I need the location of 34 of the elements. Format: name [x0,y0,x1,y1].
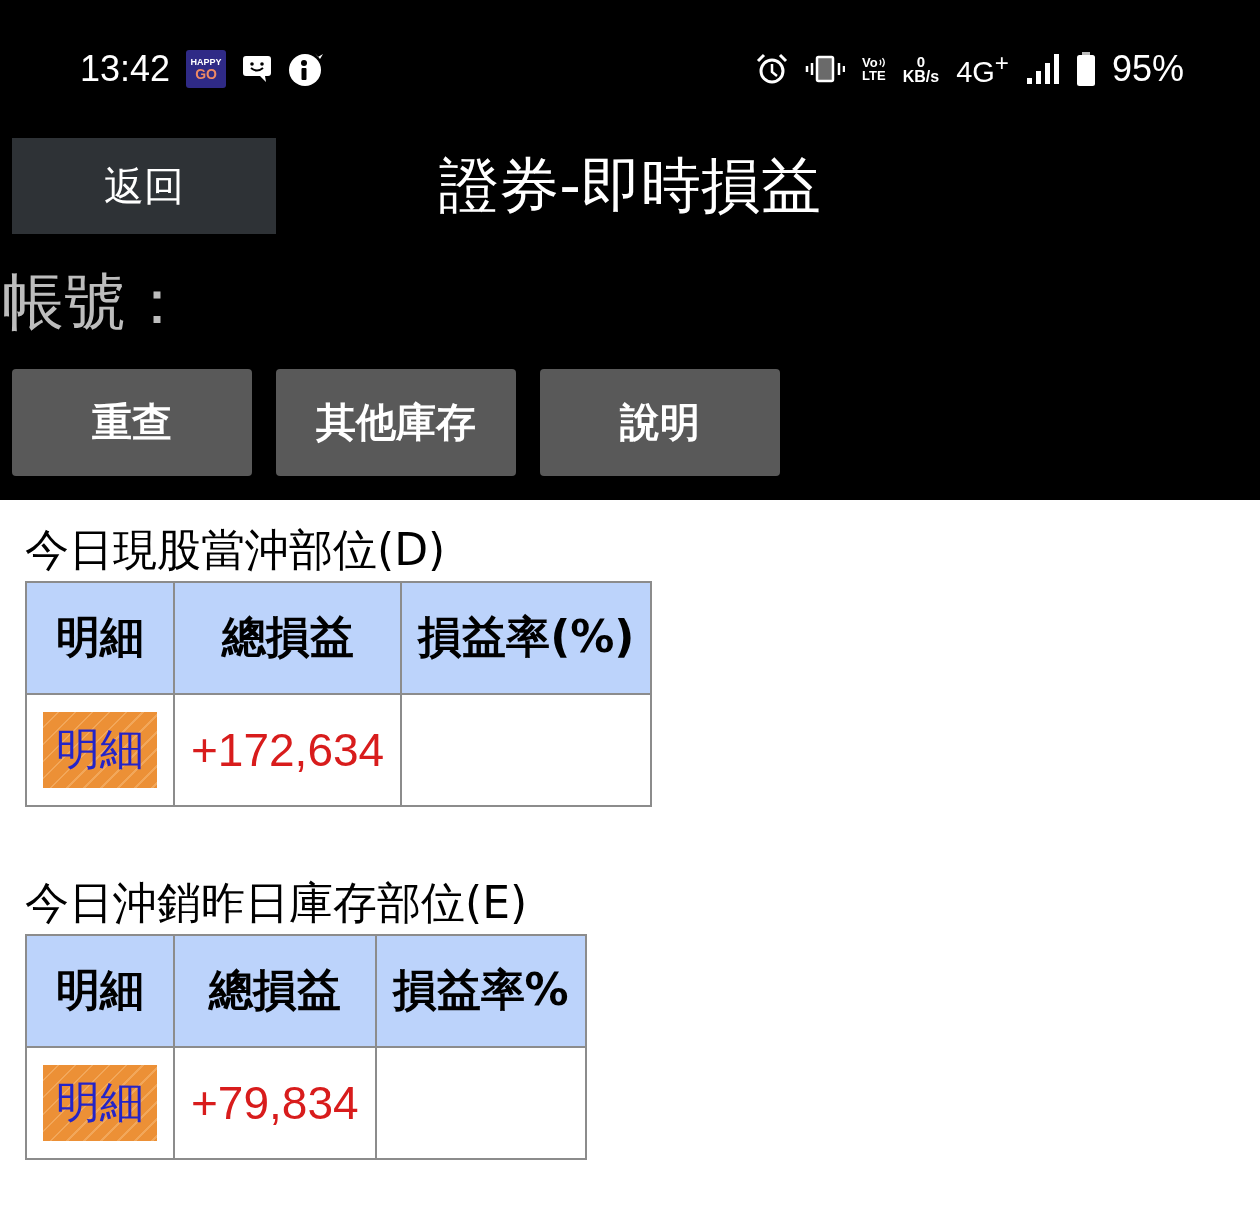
column-header: 明細 [26,934,174,1047]
alarm-clock-icon [756,53,789,85]
badge-bottom-text: GO [195,66,217,81]
net-speed-value: 0 [916,53,926,69]
column-header: 總損益 [174,934,376,1047]
info-icon [288,51,325,87]
account-label: 帳號： [2,263,188,340]
volte-text: Vo [862,56,878,69]
vibrate-icon [805,55,846,83]
action-button[interactable]: 重查 [12,369,252,476]
detail-button[interactable]: 明細 [43,1064,157,1141]
lte-text: LTE [862,69,886,82]
column-header: 明細 [26,581,174,694]
badge-top-text: HAPPY [190,57,222,67]
page-title: 證券-即時損益 [439,148,821,222]
section-title: 今日沖銷昨日庫存部位(E) [25,876,528,930]
signal-waves-icon [878,57,886,68]
column-header: 損益率(%) [401,581,652,694]
action-button[interactable]: 其他庫存 [276,369,516,476]
chat-bubble-icon [242,55,273,83]
signal-bars-icon [1025,53,1060,85]
back-button[interactable]: 返回 [12,138,276,234]
column-header: 總損益 [174,581,402,694]
network-type: 4G$^{+}$ [956,49,1009,89]
battery-icon [1076,52,1095,86]
detail-button[interactable]: 明細 [43,711,157,788]
column-header: 損益率% [375,934,586,1047]
status-time: 13:42 [80,48,171,90]
total-cell: +79,834 [174,1046,376,1159]
section-title: 今日現股當沖部位(D) [25,524,446,577]
battery-percent: 95% [1111,48,1184,90]
action-button[interactable]: 說明 [540,369,780,476]
total-cell: +172,634 [174,693,402,806]
net-speed-unit: KB/s [902,68,940,85]
